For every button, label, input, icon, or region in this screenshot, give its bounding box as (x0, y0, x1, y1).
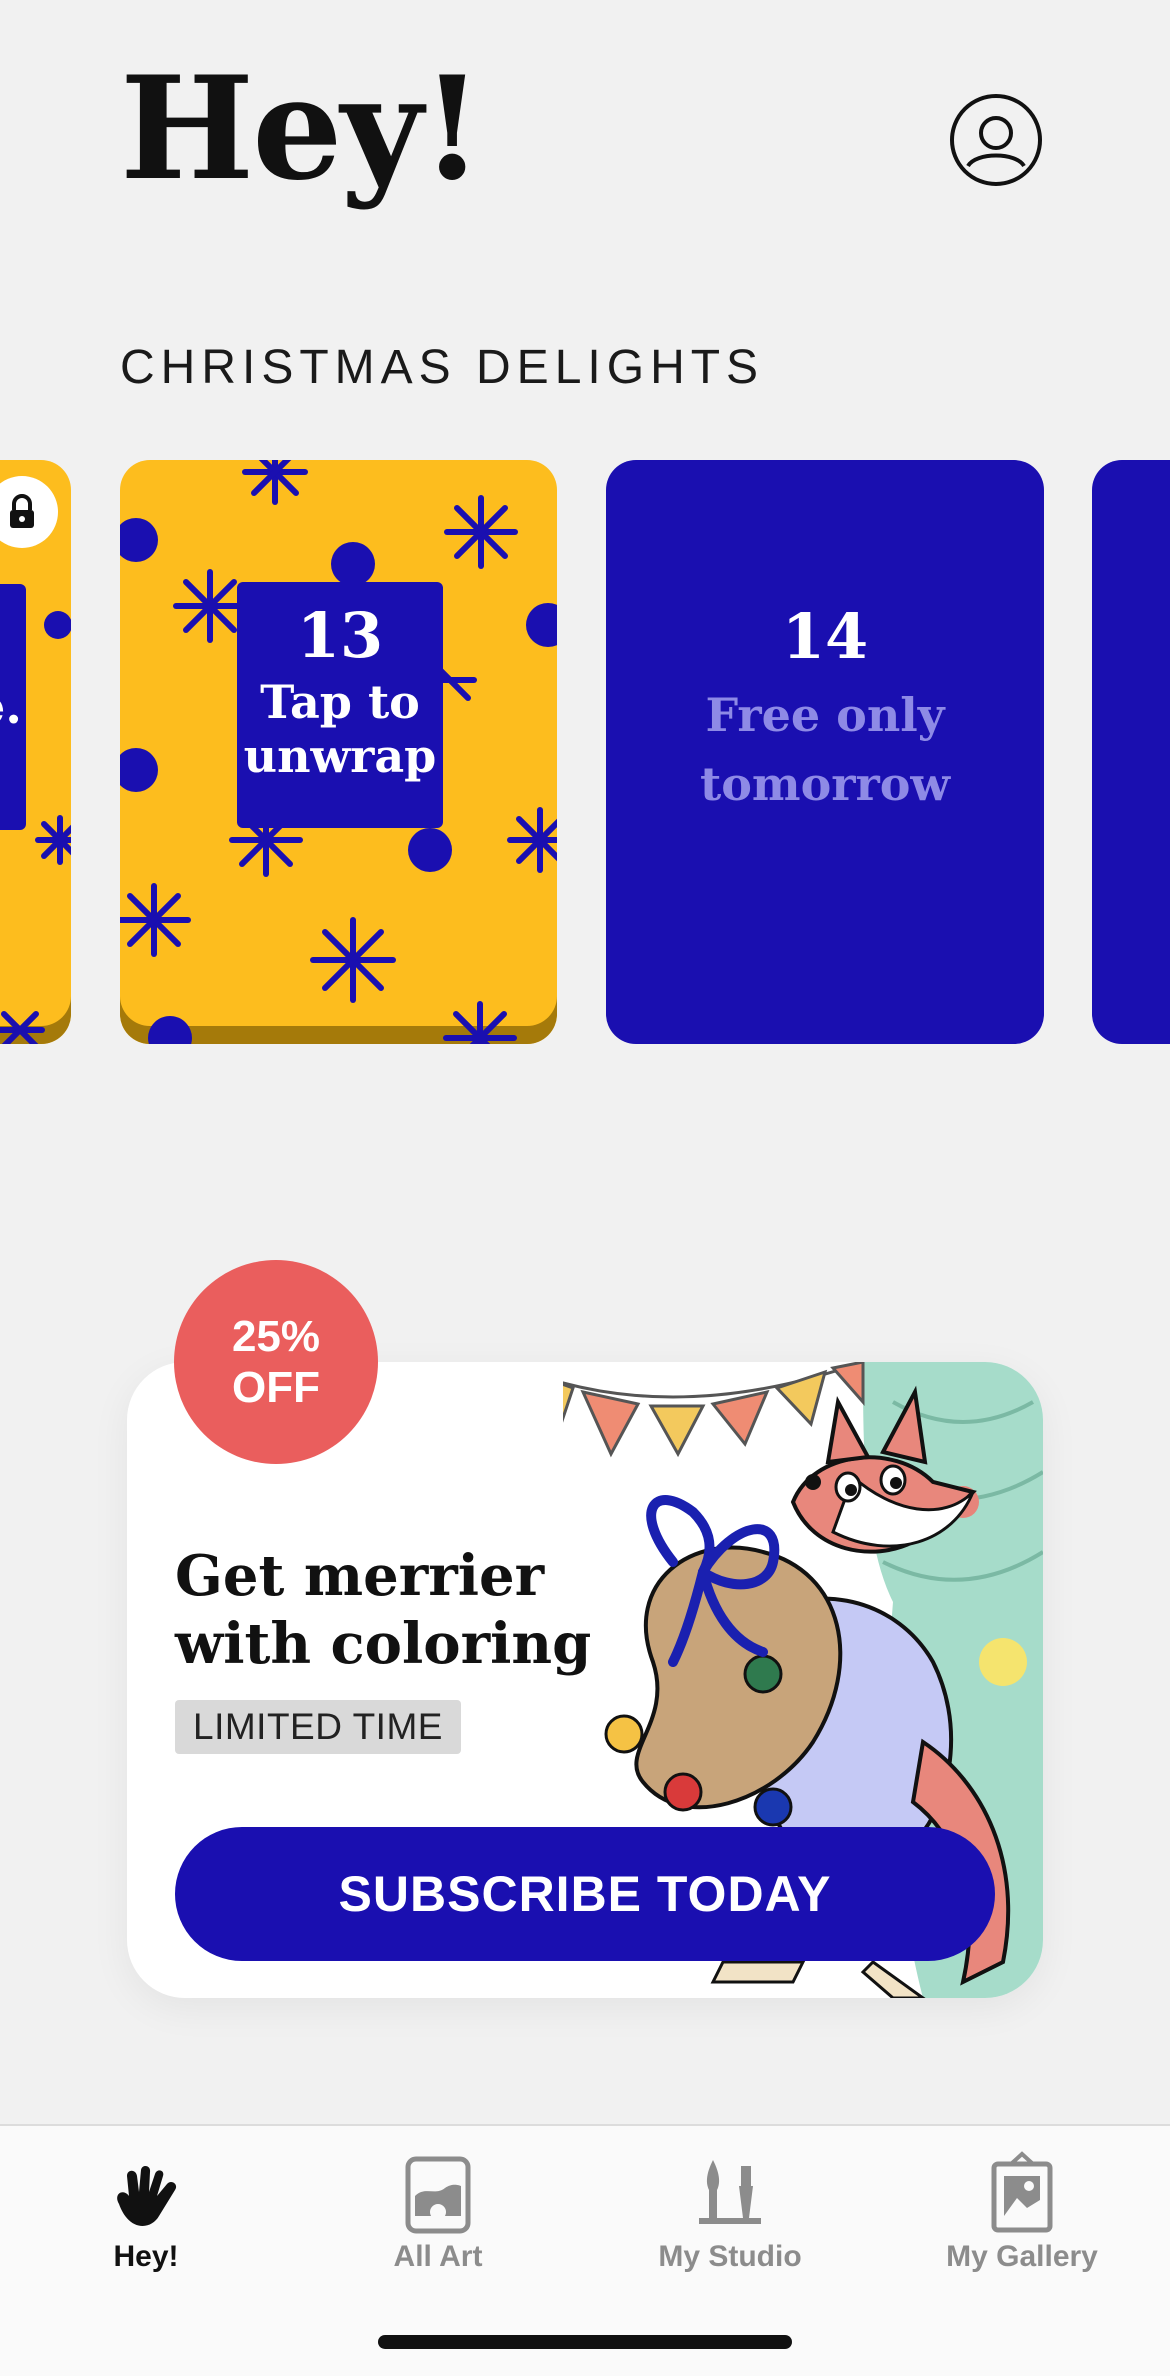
section-title: CHRISTMAS DELIGHTS (120, 341, 765, 394)
waving-hand-icon (117, 2166, 177, 2226)
tab-all-art[interactable]: All Art (298, 2144, 578, 2274)
gift-tag: e. (0, 584, 26, 830)
gallery-icon (991, 2151, 1053, 2233)
gift-tag: 13 Tap to unwrap (237, 582, 443, 828)
tab-my-gallery[interactable]: My Gallery (882, 2144, 1162, 2274)
day-number: 13 (296, 599, 384, 672)
page-title: Hey! (120, 46, 483, 212)
home-indicator (378, 2335, 792, 2349)
limited-time-badge: LIMITED TIME (175, 1700, 461, 1754)
discount-badge: 25% OFF (174, 1260, 378, 1464)
tab-label: My Gallery (946, 2240, 1098, 2273)
card-label-line1: Free only (705, 688, 945, 742)
lock-icon (10, 494, 34, 528)
advent-card-next[interactable] (1092, 460, 1170, 1044)
profile-button[interactable] (950, 94, 1042, 186)
tab-label: Hey! (113, 2240, 179, 2273)
day-number: 14 (781, 600, 869, 673)
user-circle-icon (966, 116, 1026, 168)
promo-title-line2: with coloring (175, 1611, 592, 1678)
card-label-line2: unwrap (243, 729, 437, 783)
brushes-icon (699, 2160, 761, 2224)
advent-card-previous[interactable]: e. (0, 460, 71, 1044)
tab-hey[interactable]: Hey! (6, 2144, 286, 2274)
picture-frame-icon (405, 2156, 471, 2234)
tab-my-studio[interactable]: My Studio (590, 2144, 870, 2274)
advent-card-14[interactable]: 14 Free only tomorrow (606, 460, 1044, 1044)
card-label-line2: tomorrow (699, 757, 951, 811)
card-label-line1: Tap to (260, 675, 420, 730)
tab-label: My Studio (658, 2240, 802, 2273)
tab-label: All Art (393, 2240, 483, 2273)
subscribe-button[interactable]: SUBSCRIBE TODAY (175, 1827, 995, 1961)
advent-card-13[interactable]: 13 Tap to unwrap (120, 460, 557, 1044)
promo-title-line1: Get merrier (175, 1543, 545, 1609)
